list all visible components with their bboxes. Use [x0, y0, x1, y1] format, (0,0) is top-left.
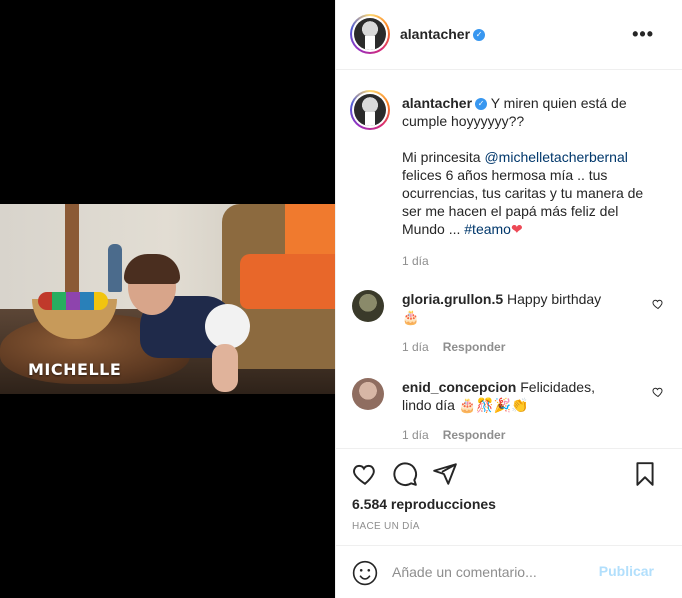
scene-cushion-back [285, 204, 335, 259]
comment-time: 1 día [402, 340, 429, 354]
scene-child-diaper [205, 304, 250, 349]
caption-avatar[interactable] [350, 90, 390, 130]
add-comment-bar: Publicar [336, 545, 682, 598]
more-options-icon[interactable]: ••• [632, 24, 654, 45]
post-timestamp[interactable]: HACE UN DÍA [352, 521, 420, 532]
reply-button[interactable]: Responder [443, 340, 506, 354]
video-player[interactable]: MICHELLE [0, 0, 335, 598]
post-actions: 6.584 reproducciones HACE UN DÍA Publica… [336, 448, 682, 598]
verified-badge-icon: ✓ [475, 98, 488, 111]
author-name-row: alantacher ✓ [400, 26, 486, 42]
like-comment-heart-icon[interactable] [652, 298, 664, 310]
scene-toys [38, 292, 108, 310]
reply-button[interactable]: Responder [443, 428, 506, 442]
commenter-avatar[interactable] [352, 378, 384, 410]
save-bookmark-icon[interactable] [632, 461, 658, 487]
emoji-smile-icon[interactable] [352, 560, 378, 586]
comment-input[interactable] [392, 562, 592, 582]
comment-emoji: 🎂🎊🎉👏 [458, 397, 529, 413]
comment-time: 1 día [402, 428, 429, 442]
views-count[interactable]: 6.584 reproducciones [352, 496, 496, 512]
scene-orange-cushion [240, 254, 335, 309]
verified-badge-icon: ✓ [473, 29, 486, 42]
publish-button[interactable]: Publicar [599, 563, 654, 579]
caption-text: alantacher ✓ Y miren quien está de cumple… [402, 94, 658, 270]
author-username[interactable]: alantacher [400, 26, 470, 42]
comment-username[interactable]: gloria.grullon.5 [402, 291, 503, 307]
red-heart-emoji: ❤ [510, 221, 523, 237]
comment-text: enid_concepcion Felicidades, lindo día 🎂… [402, 378, 622, 414]
author-avatar[interactable] [350, 14, 390, 54]
comment-bubble-icon[interactable] [392, 461, 418, 487]
caption-line2-pre: Mi princesita [402, 149, 485, 165]
caption-username[interactable]: alantacher [402, 95, 472, 111]
post-sidebar: alantacher ✓ ••• alantacher ✓ Y miren quie… [335, 0, 682, 598]
post-header: alantacher ✓ ••• [336, 0, 682, 70]
comment-body: Happy birthday [507, 291, 602, 307]
video-frame[interactable]: MICHELLE [0, 204, 335, 394]
comment-text: gloria.grullon.5 Happy birthday 🎂 [402, 290, 622, 326]
video-overlay-label: MICHELLE [28, 360, 122, 379]
scene-figurine [108, 244, 122, 292]
commenter-avatar[interactable] [352, 290, 384, 322]
caption-hashtag-link[interactable]: #teamo [464, 221, 511, 237]
comment-username[interactable]: enid_concepcion [402, 379, 516, 395]
instagram-post: MICHELLE alantacher ✓ ••• alantacher ✓ Y m… [0, 0, 682, 598]
share-paper-plane-icon[interactable] [432, 461, 458, 487]
like-heart-icon[interactable] [352, 461, 378, 487]
comment-meta: 1 día Responder [402, 340, 505, 354]
like-comment-heart-icon[interactable] [652, 386, 664, 398]
scene-child-leg [212, 344, 238, 392]
comment-meta: 1 día Responder [402, 428, 505, 442]
caption-time: 1 día [402, 254, 429, 268]
caption-mention-link[interactable]: @michelletacherbernal [484, 149, 627, 165]
comment-emoji: 🎂 [402, 309, 420, 325]
